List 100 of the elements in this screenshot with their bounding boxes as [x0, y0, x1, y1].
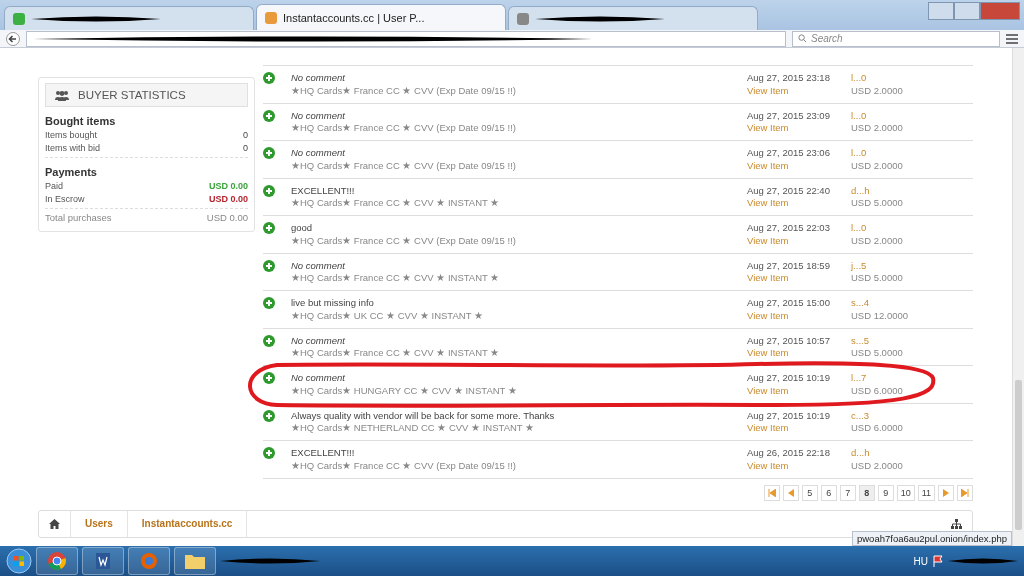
- user-link[interactable]: l...0: [851, 72, 973, 83]
- feedback-comment: EXCELLENT!!!: [291, 447, 356, 458]
- view-item-link[interactable]: View Item: [747, 309, 851, 321]
- view-item-link[interactable]: View Item: [747, 122, 851, 133]
- feedback-comment: good: [291, 222, 314, 233]
- stat-label: In Escrow: [45, 192, 85, 205]
- view-item-link[interactable]: View Item: [747, 84, 851, 96]
- page-button[interactable]: 11: [917, 484, 935, 501]
- item-title: ★HQ Cards★ France CC ★ CVV (Exp Date 09/15 !!): [291, 84, 517, 96]
- scrollbar[interactable]: [1012, 48, 1024, 546]
- stat-value: USD 0.00: [208, 180, 248, 193]
- item-title: ★HQ Cards★ France CC ★ CVV ★ INSTANT ★: [291, 197, 501, 208]
- stat-label: Items bought: [45, 129, 98, 142]
- price: USD 2.0000: [851, 122, 904, 133]
- users-icon: [54, 89, 70, 101]
- search-icon: [798, 34, 807, 43]
- price: USD 5.0000: [851, 272, 904, 283]
- feedback-date: Aug 27, 2015 10:57: [747, 334, 831, 346]
- item-title: ★HQ Cards★ France CC ★ CVV ★ INSTANT ★: [291, 272, 501, 283]
- page-button[interactable]: 6: [820, 484, 837, 501]
- user-link[interactable]: l...7: [851, 372, 973, 383]
- price: USD 2.0000: [851, 84, 904, 96]
- next-page-button[interactable]: [938, 484, 954, 501]
- feedback-comment: EXCELLENT!!!: [291, 184, 356, 196]
- tab-favicon-icon: [13, 12, 25, 25]
- view-item-link[interactable]: View Item: [747, 197, 851, 208]
- last-page-icon: [961, 488, 969, 497]
- price: USD 6.0000: [851, 422, 904, 433]
- language-indicator[interactable]: HU: [913, 555, 928, 567]
- section-heading: Payments: [45, 166, 98, 178]
- browser-tab[interactable]: Instantaccounts.cc | User P...: [256, 4, 506, 30]
- plus-icon: [263, 147, 275, 159]
- view-item-link[interactable]: View Item: [747, 459, 851, 471]
- page-button[interactable]: 8: [858, 484, 875, 501]
- view-item-link[interactable]: View Item: [747, 272, 851, 283]
- breadcrumb-link[interactable]: Instantaccounts.cc: [127, 510, 248, 537]
- item-title: ★HQ Cards★ NETHERLAND CC ★ CVV ★ INSTANT ★: [291, 422, 536, 433]
- browser-tab[interactable]: [508, 6, 758, 30]
- price: USD 2.0000: [851, 459, 904, 471]
- view-item-link[interactable]: View Item: [747, 159, 851, 171]
- stat-value: 0: [243, 129, 248, 142]
- plus-icon: [263, 109, 275, 122]
- last-page-button[interactable]: [957, 484, 973, 501]
- user-link[interactable]: d...h: [851, 184, 973, 196]
- view-item-link[interactable]: View Item: [747, 234, 851, 246]
- price: USD 6.0000: [851, 384, 904, 396]
- browser-tab[interactable]: [4, 6, 254, 30]
- plus-icon: [263, 297, 275, 309]
- tab-favicon-icon: [517, 12, 529, 25]
- feedback-date: Aug 27, 2015 23:09: [747, 109, 831, 121]
- home-icon: [49, 518, 60, 529]
- stat-label: Paid: [45, 180, 63, 193]
- user-link[interactable]: s...4: [851, 297, 973, 308]
- back-icon[interactable]: [6, 31, 20, 46]
- ring-icon: [47, 551, 67, 571]
- first-page-icon: [767, 488, 776, 497]
- start-button-icon[interactable]: [6, 548, 32, 574]
- item-title: ★HQ Cards★ UK CC ★ CVV ★ INSTANT ★: [291, 309, 484, 321]
- page-button[interactable]: 9: [877, 484, 894, 501]
- previous-page-icon: [787, 488, 794, 497]
- minimize-button[interactable]: [928, 2, 954, 20]
- search-field[interactable]: Search: [792, 30, 1000, 47]
- page-button[interactable]: 10: [896, 484, 915, 501]
- plus-icon: [263, 334, 275, 347]
- taskbar-app[interactable]: [36, 547, 78, 575]
- view-item-link[interactable]: View Item: [747, 347, 851, 358]
- view-item-link[interactable]: View Item: [747, 422, 851, 433]
- first-page-button[interactable]: [763, 484, 780, 501]
- user-link[interactable]: d...h: [851, 447, 973, 458]
- stat-value: USD 0.00: [208, 192, 248, 205]
- next-page-icon: [943, 488, 949, 497]
- user-link[interactable]: s...5: [851, 334, 973, 346]
- feedback-date: Aug 27, 2015 10:19: [747, 409, 831, 421]
- item-title: ★HQ Cards★ France CC ★ CVV (Exp Date 09/15 !!): [291, 122, 517, 133]
- feedback-comment: Always quality with vendor will be back for some more. Thanks: [291, 409, 556, 421]
- menu-icon[interactable]: [1006, 33, 1018, 44]
- feedback-comment: No comment: [291, 259, 346, 271]
- feedback-comment: No comment: [291, 334, 346, 346]
- plus-icon: [263, 447, 275, 459]
- page-button[interactable]: 7: [839, 484, 856, 501]
- breadcrumb-link[interactable]: Users: [71, 510, 128, 537]
- user-link[interactable]: l...0: [851, 147, 973, 158]
- page-button[interactable]: 5: [801, 484, 818, 501]
- view-item-link[interactable]: View Item: [747, 384, 851, 396]
- address-bar[interactable]: [26, 30, 786, 47]
- previous-page-button[interactable]: [782, 484, 799, 501]
- user-link[interactable]: c...3: [851, 409, 973, 421]
- taskbar-app[interactable]: [82, 547, 124, 575]
- feedback-comment: No comment: [291, 109, 346, 121]
- user-link[interactable]: l...0: [851, 222, 973, 233]
- flag-icon[interactable]: [932, 555, 944, 567]
- user-link[interactable]: j...5: [851, 259, 973, 271]
- taskbar-app[interactable]: [128, 547, 170, 575]
- feedback-comment: No comment: [291, 147, 346, 158]
- sitemap-icon[interactable]: [951, 518, 962, 529]
- feedback-date: Aug 27, 2015 15:00: [747, 297, 831, 308]
- taskbar-app[interactable]: [174, 547, 216, 575]
- price: USD 5.0000: [851, 197, 904, 208]
- maximize-button[interactable]: [954, 2, 980, 20]
- user-link[interactable]: l...0: [851, 109, 973, 121]
